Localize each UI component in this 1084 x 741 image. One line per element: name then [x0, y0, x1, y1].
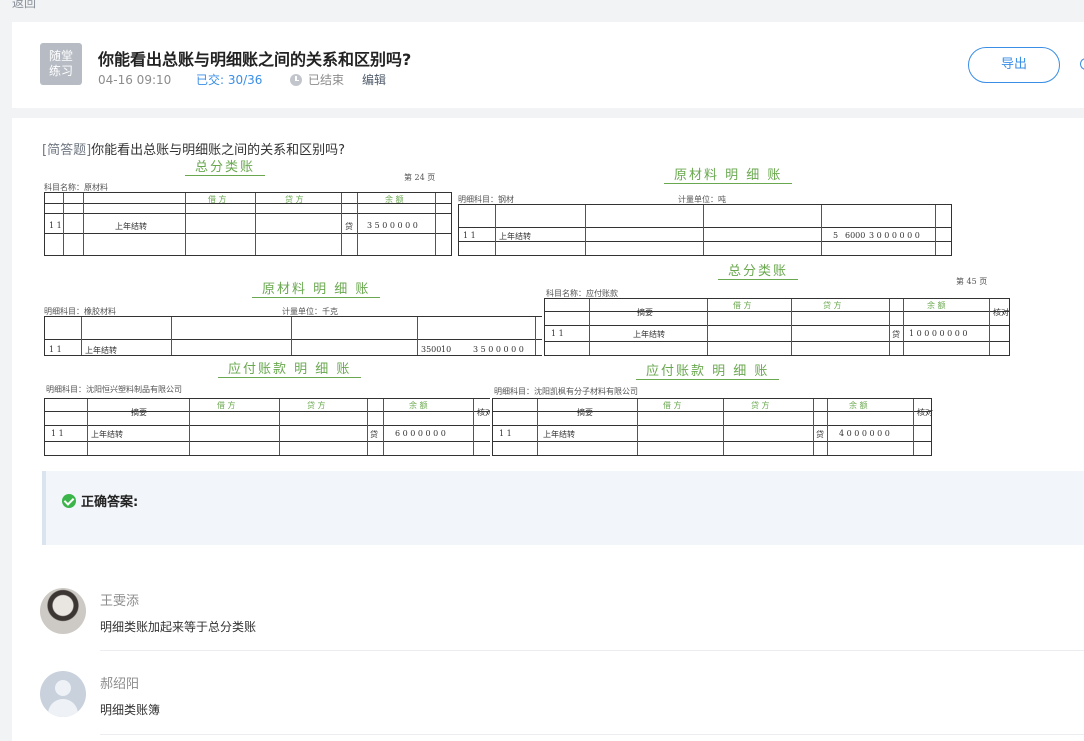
ledger-price: 10	[441, 345, 452, 354]
submission-count-link[interactable]: 已交: 30/36	[196, 71, 290, 88]
ledger-page: 第 24 页	[404, 173, 436, 182]
ledger-summary-header: 摘要	[577, 408, 593, 417]
student-answer-text: 明细类账加起来等于总分类账	[100, 620, 257, 634]
student-answer-text: 明细类账簿	[100, 703, 161, 717]
ledger-grid: 摘要 借 方 贷 方 余 额 核对 1 1 上年结转 贷 4 0 0 0 0 0…	[492, 398, 933, 456]
ledger-grid: 借 方 贷 方 余 额 1 1 上年结转 贷 3 5 0 0 0 0 0	[44, 192, 452, 256]
ledger-grid: 摘要 借 方 贷 方 余 额 核对 1 1 上年结转 贷 6 0 0 0 0 0…	[44, 398, 498, 456]
ledger-balance-header: 余 额	[409, 401, 428, 410]
ledger-image-general-payables: 总分类账 第 45 页 科目名称：应付账款 摘要 借 方 贷 方 余 额 核对 …	[542, 258, 1012, 358]
edit-link[interactable]: 编辑	[362, 71, 386, 88]
ledger-title: 原材料 明 细 账	[252, 278, 381, 298]
ledger-qty: 5	[833, 231, 839, 240]
ledger-amount: 6 0 0 0 0 0 0	[395, 429, 446, 438]
ledger-check-header: 核对	[917, 408, 933, 417]
ledger-amount: 3 5 0 0 0 0 0	[473, 345, 524, 354]
exercise-meta: 04-16 09:10 已交: 30/36 已结束 编辑	[98, 71, 386, 88]
avatar[interactable]	[40, 671, 86, 717]
student-name[interactable]: 郝绍阳	[100, 673, 139, 692]
ledger-summary-header: 摘要	[637, 308, 653, 317]
ledger-date: 1 1	[49, 345, 62, 354]
ledger-price: 6000	[845, 231, 866, 240]
next-button-edge[interactable]	[1080, 58, 1084, 70]
ledger-grid: 1 1 上年结转 5 6000 3 0 0 0 0 0 0	[458, 204, 952, 256]
ledger-debit-header: 借 方	[733, 301, 752, 310]
ledger-direction: 贷	[816, 430, 824, 439]
export-button[interactable]: 导出	[968, 47, 1060, 83]
ledger-title: 原材料 明 细 账	[664, 164, 793, 184]
ledger-image-materials-steel: 原材料 明 细 账 明细科目：钢材 计量单位：吨 1 1 上年结转 5 6000…	[456, 162, 954, 258]
ledger-account: 明细科目：沈阳凯枫有分子材料有限公司	[494, 387, 638, 396]
ledger-image-materials-rubber: 原材料 明 细 账 明细科目：橡胶材料 计量单位：千克 1 1 上年结转 350…	[42, 276, 552, 358]
ledger-date: 1 1	[499, 429, 512, 438]
ledger-credit-header: 贷 方	[751, 401, 770, 410]
exercise-header-card: 随堂 练习 你能看出总账与明细账之间的关系和区别吗? 04-16 09:10 已…	[12, 22, 1084, 108]
ledger-balance-header: 余 额	[927, 301, 946, 310]
correct-answer-box: 正确答案:	[42, 471, 1084, 545]
ledger-amount: 3 5 0 0 0 0 0	[367, 221, 418, 230]
ledger-date: 1 1	[463, 231, 476, 240]
correct-answer-text: 正确答案:	[81, 495, 139, 510]
ledger-amount: 4 0 0 0 0 0 0	[839, 429, 890, 438]
divider	[100, 734, 1084, 735]
badge-line-2: 练习	[48, 64, 73, 78]
ledger-row-text: 上年结转	[85, 346, 117, 355]
ledger-summary-header: 摘要	[131, 408, 147, 417]
ledger-balance-header: 余 额	[849, 401, 868, 410]
badge-line-1: 随堂	[48, 49, 73, 63]
ledger-qty: 3500	[421, 345, 442, 354]
breadcrumb[interactable]: 返回	[12, 0, 36, 11]
question-detail-card: [简答题]你能看出总账与明细账之间的关系和区别吗? 总分类账 第 24 页 科目…	[12, 118, 1084, 741]
student-name[interactable]: 王雯添	[100, 590, 139, 609]
ledger-amount: 1 0 0 0 0 0 0 0	[909, 329, 968, 338]
ledger-row-text: 上年结转	[499, 232, 531, 241]
ledger-page: 第 45 页	[956, 277, 988, 286]
ledger-grid: 摘要 借 方 贷 方 余 额 核对 1 1 上年结转 贷 1 0 0 0 0 0…	[544, 298, 1010, 356]
divider	[100, 650, 1084, 651]
ledger-check-header: 核对	[993, 308, 1009, 317]
ledger-title: 总分类账	[718, 260, 799, 280]
ledger-row-text: 上年结转	[91, 430, 123, 439]
check-circle-icon	[62, 493, 76, 508]
ledger-direction: 贷	[892, 330, 900, 339]
ledger-credit-header: 贷 方	[307, 401, 326, 410]
correct-answer-label: 正确答案:	[62, 491, 138, 510]
ledger-direction: 贷	[345, 222, 353, 231]
ledger-title: 应付账款 明 细 账	[636, 360, 780, 380]
ledger-credit-header: 贷 方	[823, 301, 842, 310]
clock-icon	[290, 73, 302, 86]
ledger-row-text: 上年结转	[543, 430, 575, 439]
avatar[interactable]	[40, 588, 86, 634]
ledger-date: 1 1	[49, 221, 62, 230]
ledger-debit-header: 借 方	[663, 401, 682, 410]
ledger-row-text: 上年结转	[633, 330, 665, 339]
ledger-amount: 3 0 0 0 0 0 0	[869, 231, 920, 240]
ledger-image-general-materials: 总分类账 第 24 页 科目名称：原材料 借 方 贷 方 余 额 1 1 上年结…	[42, 156, 454, 258]
ledger-debit-header: 借 方	[217, 401, 236, 410]
ledger-title: 总分类账	[185, 156, 266, 176]
ledger-image-payables-kaifeng: 应付账款 明 细 账 明细科目：沈阳凯枫有分子材料有限公司 摘要 借 方 贷 方…	[490, 356, 934, 458]
ledger-date: 1 1	[51, 429, 64, 438]
ledger-row-text: 上年结转	[115, 222, 147, 231]
publish-date: 04-16 09:10	[98, 72, 172, 87]
ledger-account: 明细科目：沈阳恒兴塑料制品有限公司	[46, 385, 182, 394]
ledger-date: 1 1	[551, 329, 564, 338]
status-label: 已结束	[308, 73, 345, 87]
ledger-title: 应付账款 明 细 账	[218, 358, 362, 378]
ledger-image-payables-hengxing: 应付账款 明 细 账 明细科目：沈阳恒兴塑料制品有限公司 摘要 借 方 贷 方 …	[42, 356, 498, 458]
ledger-grid: 1 1 上年结转 3500 10 3 5 0 0 0 0 0	[44, 316, 550, 356]
exercise-type-badge: 随堂 练习	[40, 43, 82, 85]
exercise-title: 你能看出总账与明细账之间的关系和区别吗?	[98, 50, 412, 69]
ledger-direction: 贷	[370, 430, 378, 439]
